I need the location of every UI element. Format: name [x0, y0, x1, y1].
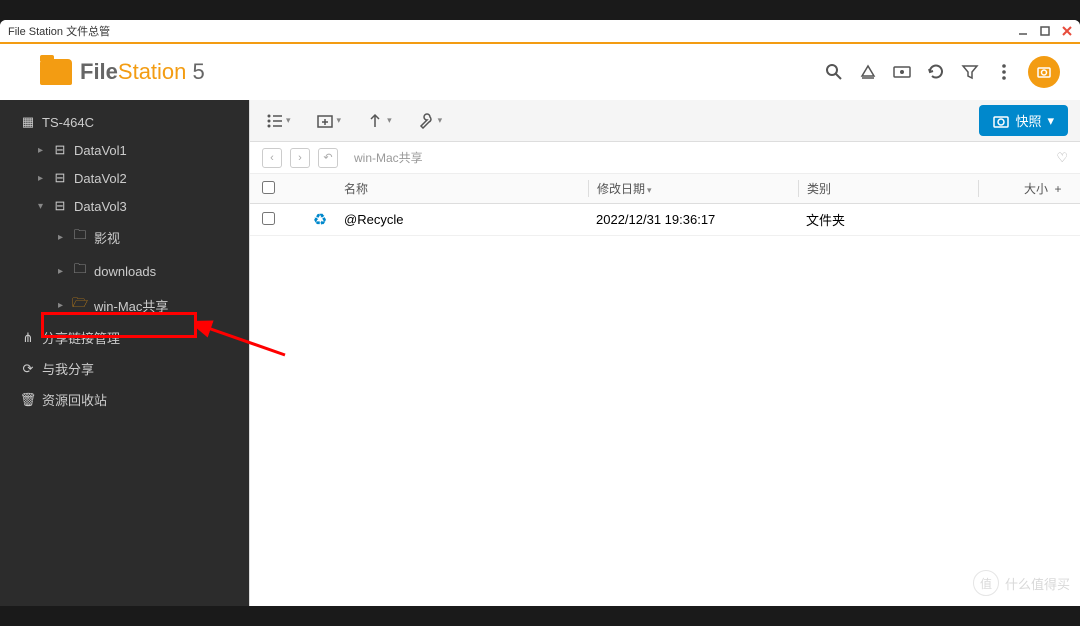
chevron-right-icon: ▸: [58, 266, 66, 277]
nav-up-button[interactable]: ↶: [318, 148, 338, 168]
tree-label: DataVol1: [74, 143, 127, 158]
th-size[interactable]: 大小: [978, 180, 1048, 197]
disk-icon: ⊟: [52, 142, 68, 158]
nav-forward-button[interactable]: ›: [290, 148, 310, 168]
disk-icon: ⊟: [52, 198, 68, 214]
refresh-icon[interactable]: [926, 62, 946, 82]
sidebar-share-links[interactable]: ⋔ 分享链接管理: [0, 322, 249, 353]
snapshot-button[interactable]: 快照 ▾: [979, 105, 1068, 136]
th-date[interactable]: 修改日期▾: [588, 180, 798, 197]
tree-label: TS-464C: [42, 115, 94, 130]
add-folder-icon: [317, 113, 335, 129]
chevron-down-icon: ▾: [1047, 113, 1054, 129]
share-icon: ⋔: [20, 330, 36, 346]
chevron-right-icon: ▸: [58, 232, 66, 243]
nav-back-button[interactable]: ‹: [262, 148, 282, 168]
main-toolbar: ▾ ▾ ▾ ▾ 快照 ▾: [250, 100, 1080, 142]
view-mode-button[interactable]: ▾: [262, 109, 295, 133]
sidebar-folder[interactable]: ▸ 🗀 影视: [0, 220, 249, 254]
chevron-down-icon: ▾: [438, 115, 443, 126]
sidebar-volume[interactable]: ▾ ⊟ DataVol3: [0, 192, 249, 220]
sidebar-recycle-bin[interactable]: 🗑 资源回收站: [0, 384, 249, 415]
sidebar-folder-selected[interactable]: ▸ 🗁 win-Mac共享: [0, 288, 249, 322]
search-icon[interactable]: [824, 62, 844, 82]
cell-type: 文件夹: [798, 210, 978, 229]
trash-icon: 🗑: [20, 392, 36, 408]
breadcrumb-bar: ‹ › ↶ win-Mac共享 ♡: [250, 142, 1080, 174]
table-header: 名称 修改日期▾ 类别 大小 +: [250, 174, 1080, 204]
content-area: ▦ TS-464C ▸ ⊟ DataVol1 ▸ ⊟ DataVol2 ▾ ⊟ …: [0, 100, 1080, 606]
tree-label: 分享链接管理: [42, 328, 120, 347]
close-button[interactable]: [1060, 24, 1074, 38]
app-logo: FileStation 5: [40, 59, 205, 85]
folder-icon: 🗀: [72, 226, 88, 248]
tree-label: 影视: [94, 228, 120, 247]
disk-icon: ⊟: [52, 170, 68, 186]
window-title: File Station 文件总管: [8, 23, 110, 39]
wrench-icon: [418, 113, 436, 129]
tree-label: win-Mac共享: [94, 296, 168, 315]
add-column-button[interactable]: +: [1048, 182, 1068, 196]
th-checkbox: [262, 181, 302, 197]
chevron-down-icon: ▾: [286, 115, 291, 126]
chevron-right-icon: ▸: [38, 145, 46, 156]
sort-desc-icon: ▾: [647, 185, 652, 195]
sidebar-folder[interactable]: ▸ 🗀 downloads: [0, 254, 249, 288]
folder-icon: [40, 59, 72, 85]
sidebar-shared-with-me[interactable]: ⟳ 与我分享: [0, 353, 249, 384]
chevron-down-icon: ▾: [337, 115, 342, 126]
watermark: 值 什么值得买: [973, 570, 1070, 596]
main-panel: ▾ ▾ ▾ ▾ 快照 ▾: [249, 100, 1080, 606]
folder-open-icon: 🗁: [72, 294, 88, 316]
chevron-right-icon: ▸: [38, 173, 46, 184]
header-toolbar: [824, 56, 1060, 88]
tools-button[interactable]: ▾: [414, 109, 447, 133]
task-icon[interactable]: [858, 62, 878, 82]
sidebar-volume[interactable]: ▸ ⊟ DataVol1: [0, 136, 249, 164]
upload-icon: [367, 113, 385, 129]
tree-label: 与我分享: [42, 359, 94, 378]
screenshot-button[interactable]: [1028, 56, 1060, 88]
cell-date: 2022/12/31 19:36:17: [588, 212, 798, 227]
maximize-button[interactable]: [1038, 24, 1052, 38]
upload-button[interactable]: ▾: [363, 109, 396, 133]
watermark-logo-icon: 值: [973, 570, 999, 596]
sidebar-volume[interactable]: ▸ ⊟ DataVol2: [0, 164, 249, 192]
row-checkbox[interactable]: [262, 212, 275, 225]
tree-label: 资源回收站: [42, 390, 107, 409]
minimize-button[interactable]: [1016, 24, 1030, 38]
breadcrumb-path[interactable]: win-Mac共享: [354, 149, 423, 166]
sync-icon: ⟳: [20, 361, 36, 377]
filter-icon[interactable]: [960, 62, 980, 82]
create-button[interactable]: ▾: [313, 109, 346, 133]
list-icon: [266, 113, 284, 129]
chevron-down-icon: ▾: [38, 201, 46, 212]
camera-icon: [993, 114, 1009, 128]
sidebar-root[interactable]: ▦ TS-464C: [0, 108, 249, 136]
snapshot-label: 快照: [1015, 111, 1041, 130]
chevron-right-icon: ▸: [58, 300, 66, 311]
tree-label: DataVol2: [74, 171, 127, 186]
nas-icon: ▦: [20, 114, 36, 130]
window-controls: [1016, 24, 1074, 38]
folder-icon: 🗀: [72, 260, 88, 282]
app-header: FileStation 5: [0, 44, 1080, 100]
app-name: FileStation 5: [80, 59, 205, 85]
tree-label: DataVol3: [74, 199, 127, 214]
chevron-down-icon: ▾: [387, 115, 392, 126]
sidebar: ▦ TS-464C ▸ ⊟ DataVol1 ▸ ⊟ DataVol2 ▾ ⊟ …: [0, 100, 249, 606]
th-name[interactable]: 名称: [338, 180, 588, 197]
watermark-text: 什么值得买: [1005, 574, 1070, 593]
select-all-checkbox[interactable]: [262, 181, 275, 194]
remote-icon[interactable]: [892, 62, 912, 82]
cell-name: @Recycle: [338, 212, 588, 227]
favorite-icon[interactable]: ♡: [1056, 150, 1068, 166]
more-icon[interactable]: [994, 62, 1014, 82]
app-window: File Station 文件总管 FileStation 5 ▦ TS: [0, 20, 1080, 606]
recycle-icon: ♻: [313, 210, 327, 230]
tree-label: downloads: [94, 264, 156, 279]
th-type[interactable]: 类别: [798, 180, 978, 197]
title-bar: File Station 文件总管: [0, 20, 1080, 44]
table-row[interactable]: ♻ @Recycle 2022/12/31 19:36:17 文件夹: [250, 204, 1080, 236]
